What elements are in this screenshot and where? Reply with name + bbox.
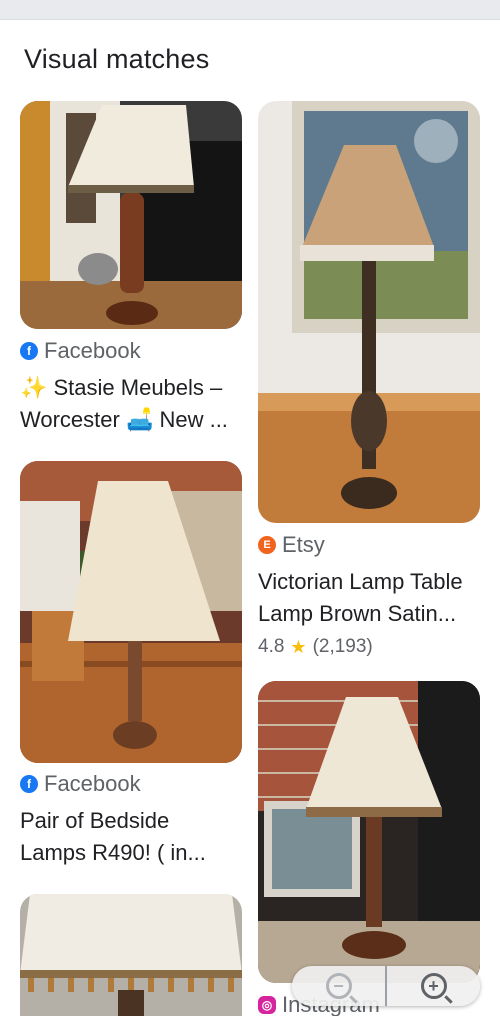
title-line: Victorian Lamp Table (258, 569, 463, 594)
title-line: ✨ Stasie Meubels – (20, 375, 223, 400)
result-image-4[interactable] (258, 681, 480, 983)
facebook-icon: f (20, 342, 38, 360)
result-title-3[interactable]: Pair of Bedside Lamps R490! ( in... (20, 805, 242, 869)
result-source-1[interactable]: f Facebook (20, 338, 141, 364)
rating-value: 4.8 (258, 636, 285, 657)
result-image-2[interactable] (258, 101, 480, 523)
zoom-in-icon: + (420, 973, 447, 999)
zoom-out-icon: − (325, 973, 352, 999)
result-source-3[interactable]: f Facebook (20, 771, 141, 797)
source-name: Etsy (282, 532, 325, 557)
star-icon: ★ (290, 636, 307, 657)
result-source-2[interactable]: E Etsy (258, 532, 325, 558)
title-line: Lamps R490! ( in... (20, 840, 206, 865)
result-image-1[interactable] (20, 101, 242, 329)
zoom-control[interactable]: − + (292, 966, 480, 1006)
result-title-1[interactable]: ✨ Stasie Meubels – Worcester 🛋️ New ... (20, 372, 242, 436)
title-line: Worcester 🛋️ New ... (20, 407, 228, 432)
instagram-icon: ◎ (258, 996, 276, 1014)
zoom-in-button[interactable]: + (387, 966, 480, 1006)
zoom-out-button[interactable]: − (292, 966, 385, 1006)
top-divider-strip (0, 0, 500, 20)
facebook-icon: f (20, 775, 38, 793)
result-rating-2: 4.8 ★ (2,193) (258, 636, 373, 658)
result-image-5[interactable] (20, 894, 242, 1016)
source-name: Facebook (44, 338, 141, 363)
section-title: Visual matches (24, 44, 210, 74)
result-title-2[interactable]: Victorian Lamp Table Lamp Brown Satin... (258, 566, 480, 630)
result-image-3[interactable] (20, 461, 242, 763)
etsy-icon: E (258, 536, 276, 554)
review-count: (2,193) (312, 636, 373, 657)
title-line: Lamp Brown Satin... (258, 601, 457, 626)
title-line: Pair of Bedside (20, 808, 170, 833)
source-name: Facebook (44, 771, 141, 796)
